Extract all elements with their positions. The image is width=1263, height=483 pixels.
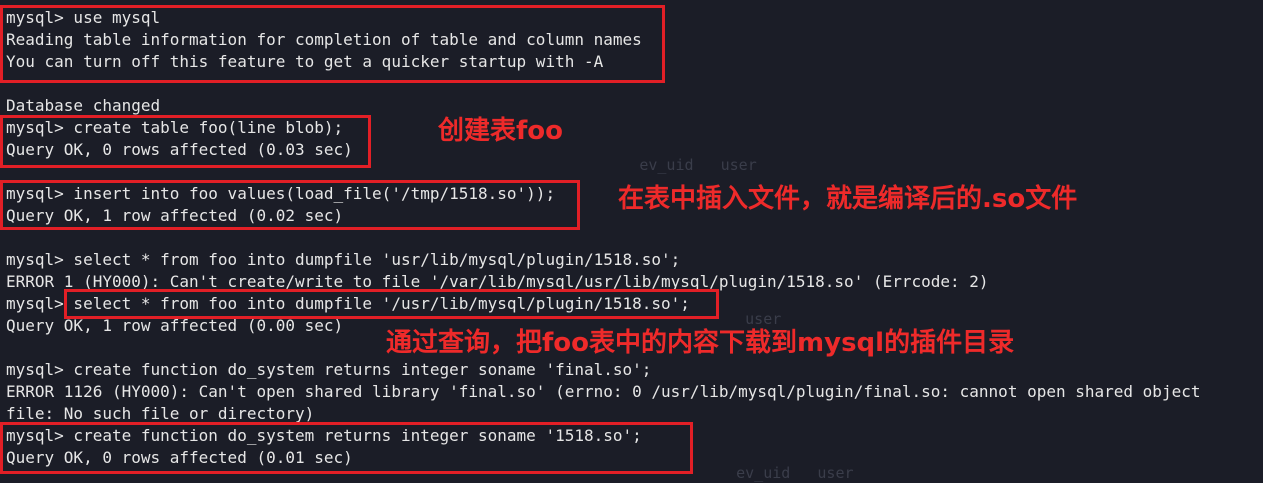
- highlight-box-dumpfile: [64, 289, 719, 319]
- annotation-create-table: 创建表foo: [438, 116, 564, 146]
- terminal-window[interactable]: ev_uid user user ev_uid user mysql> use …: [0, 0, 1263, 483]
- highlight-box-create-function: [0, 422, 693, 474]
- highlight-box-use-mysql: [0, 5, 665, 83]
- highlight-box-create-table: [0, 115, 371, 168]
- terminal-line: Database changed: [6, 96, 161, 115]
- terminal-line: mysql> select * from foo into dumpfile '…: [6, 250, 681, 269]
- highlight-box-insert: [0, 180, 580, 230]
- terminal-line: mysql> create function do_system returns…: [6, 360, 652, 379]
- background-ghost: ev_uid user: [540, 156, 757, 174]
- annotation-insert-file: 在表中插入文件，就是编译后的.so文件: [618, 184, 1078, 214]
- terminal-line: ERROR 1126 (HY000): Can't open shared li…: [6, 382, 1201, 401]
- annotation-dump-plugin: 通过查询，把foo表中的内容下载到mysql的插件目录: [386, 328, 1015, 358]
- background-ghost: ev_uid user: [700, 464, 854, 482]
